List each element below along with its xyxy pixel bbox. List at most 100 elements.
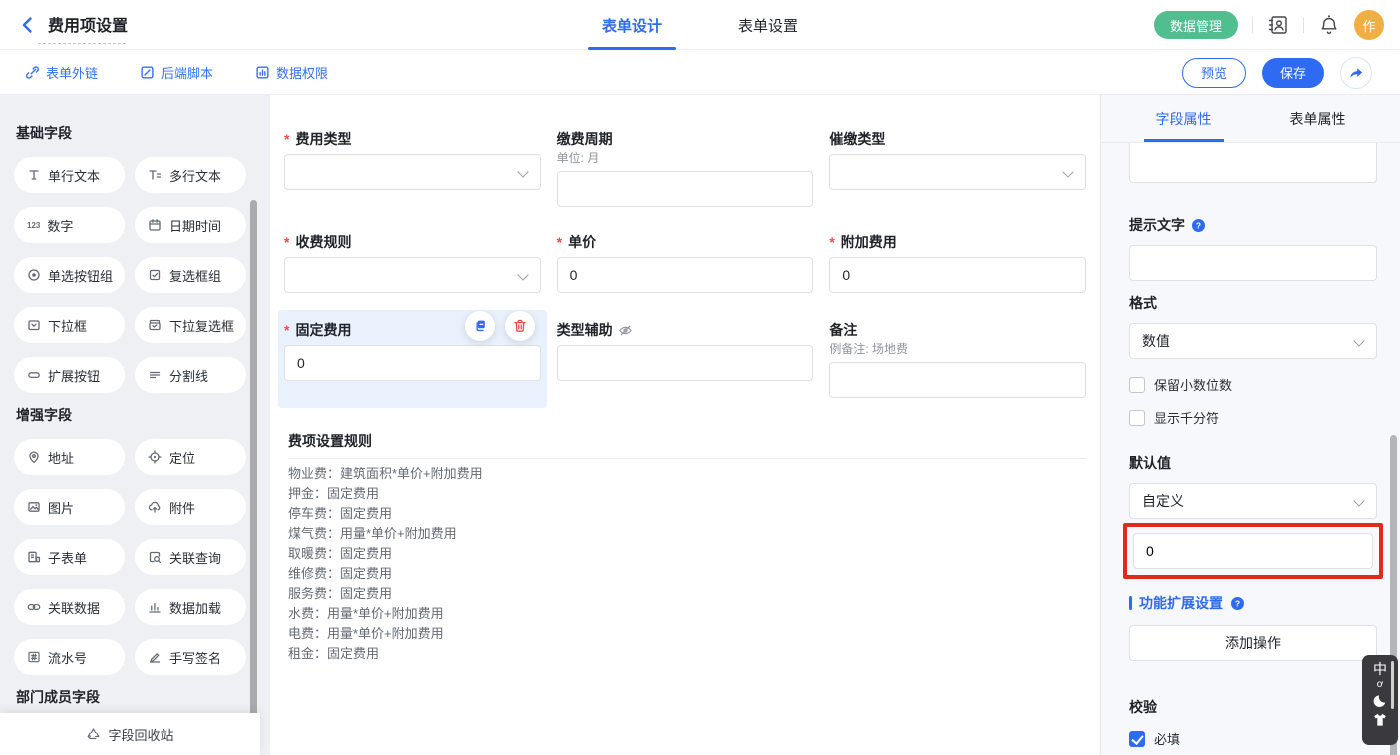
- pen-icon: [148, 650, 162, 664]
- required-checkbox[interactable]: [1129, 731, 1145, 747]
- field-fee-type[interactable]: *费用类型: [284, 131, 541, 234]
- rule-line: 取暖费：固定费用: [288, 544, 1086, 564]
- dark-mode-moon-icon[interactable]: [1372, 693, 1388, 709]
- payment-cycle-input[interactable]: [557, 171, 814, 207]
- sidebar-item-subform[interactable]: 子表单: [14, 539, 125, 575]
- required-checkbox-row[interactable]: 必填: [1129, 729, 1377, 748]
- fixed-fee-input[interactable]: [284, 345, 541, 381]
- field-recycle-bin[interactable]: 字段回收站: [0, 713, 260, 755]
- fee-type-select[interactable]: [284, 154, 541, 190]
- back-icon[interactable]: [18, 15, 38, 35]
- sidebar-item-divider-line[interactable]: 分割线: [135, 357, 246, 393]
- sidebar-scrollbar[interactable]: [250, 200, 257, 755]
- sidebar-item-serial-number[interactable]: 流水号: [14, 639, 125, 675]
- backend-script-button[interactable]: 后端脚本: [140, 63, 213, 82]
- chevron-down-icon: [1353, 495, 1364, 506]
- default-value-label: 默认值: [1129, 453, 1377, 473]
- copy-field-button[interactable]: [465, 311, 495, 341]
- sidebar-item-data-load[interactable]: 数据加载: [135, 589, 246, 625]
- sidebar-item-attachment[interactable]: 附件: [135, 489, 246, 525]
- field-fixed-fee-selected[interactable]: *固定费用: [278, 310, 547, 408]
- chevron-down-icon: [1353, 335, 1364, 346]
- field-unit-price[interactable]: *单价: [557, 234, 814, 310]
- help-icon[interactable]: ?: [1230, 596, 1245, 611]
- validation-label: 校验: [1129, 697, 1377, 717]
- eye-off-icon: [618, 323, 633, 338]
- image-icon: [27, 500, 41, 514]
- chevron-down-icon: [517, 269, 528, 280]
- theme-shirt-icon[interactable]: [1372, 712, 1388, 728]
- format-select[interactable]: 数值: [1129, 323, 1377, 359]
- scrolled-input-partial[interactable]: [1129, 143, 1377, 183]
- default-type-select[interactable]: 自定义: [1129, 483, 1377, 519]
- unit-price-input[interactable]: [557, 257, 814, 293]
- share-button[interactable]: [1340, 57, 1372, 89]
- sidebar-item-single-text[interactable]: 单行文本: [14, 157, 125, 193]
- sidebar-item-extend-button[interactable]: 扩展按钮: [14, 357, 125, 393]
- extend-button-icon: [27, 368, 41, 382]
- thousand-checkbox[interactable]: [1129, 410, 1145, 426]
- extra-fee-input[interactable]: [829, 257, 1086, 293]
- default-value-input[interactable]: [1133, 533, 1373, 569]
- form-external-link-button[interactable]: 表单外链: [25, 63, 98, 82]
- thousand-checkbox-row[interactable]: 显示千分符: [1129, 408, 1377, 427]
- add-action-button[interactable]: 添加操作: [1129, 625, 1377, 661]
- subform-icon: [27, 550, 41, 564]
- notification-bell-icon[interactable]: [1318, 14, 1340, 36]
- hint-text-input[interactable]: [1129, 245, 1377, 281]
- chevron-down-icon: [517, 166, 528, 177]
- form-design-canvas: *费用类型 缴费周期 单位: 月 催缴类型 *收费规则 *单价 *附加费用 *固…: [270, 95, 1100, 755]
- sidebar-item-related-query[interactable]: 关联查询: [135, 539, 246, 575]
- section-title-basic: 基础字段: [16, 123, 246, 143]
- sidebar-item-locate[interactable]: 定位: [135, 439, 246, 475]
- data-permission-button[interactable]: 数据权限: [255, 63, 328, 82]
- sidebar-item-multi-text[interactable]: 多行文本: [135, 157, 246, 193]
- sidebar-item-address[interactable]: 地址: [14, 439, 125, 475]
- save-button[interactable]: 保存: [1262, 58, 1324, 88]
- sidebar-item-datetime[interactable]: 日期时间: [135, 207, 246, 243]
- sidebar-item-radio-group[interactable]: 单选按钮组: [14, 257, 125, 293]
- field-charge-rule[interactable]: *收费规则: [284, 234, 541, 310]
- field-remark[interactable]: 备注 例备注: 场地费: [829, 310, 1086, 408]
- help-icon[interactable]: ?: [1191, 218, 1206, 233]
- sidebar-item-dropdown-multi[interactable]: 下拉复选框: [135, 307, 246, 343]
- sidebar-item-signature[interactable]: 手写签名: [135, 639, 246, 675]
- rule-line: 电费：用量*单价+附加费用: [288, 624, 1086, 644]
- type-assist-input[interactable]: [557, 345, 814, 381]
- svg-text:?: ?: [1235, 598, 1240, 608]
- delete-field-button[interactable]: [505, 311, 535, 341]
- sidebar-item-checkbox-group[interactable]: 复选框组: [135, 257, 246, 293]
- decimal-checkbox[interactable]: [1129, 377, 1145, 393]
- title-dashed-underline: [38, 43, 126, 44]
- charge-rule-select[interactable]: [284, 257, 541, 293]
- link-icon: [25, 65, 40, 80]
- decimal-checkbox-row[interactable]: 保留小数位数: [1129, 375, 1377, 394]
- sidebar-item-image[interactable]: 图片: [14, 489, 125, 525]
- tab-form-design[interactable]: 表单设计: [588, 0, 676, 50]
- widget-scroll-indicator: [1391, 661, 1394, 709]
- sidebar-item-related-data[interactable]: 关联数据: [14, 589, 125, 625]
- tab-form-settings[interactable]: 表单设置: [724, 0, 812, 50]
- required-mark: *: [284, 131, 289, 147]
- tab-form-properties[interactable]: 表单属性: [1286, 95, 1350, 142]
- radio-icon: [27, 268, 41, 282]
- urge-type-select[interactable]: [829, 154, 1086, 190]
- data-manage-button[interactable]: 数据管理: [1154, 11, 1238, 39]
- field-urge-type[interactable]: 催缴类型: [829, 131, 1086, 234]
- avatar[interactable]: 作: [1354, 10, 1384, 40]
- svg-text:?: ?: [1196, 220, 1201, 230]
- field-extra-fee[interactable]: *附加费用: [829, 234, 1086, 310]
- sidebar-item-dropdown[interactable]: 下拉框: [14, 307, 125, 343]
- tab-field-properties[interactable]: 字段属性: [1152, 95, 1216, 142]
- field-type-assist[interactable]: 类型辅助: [557, 310, 814, 408]
- contact-book-icon[interactable]: [1267, 14, 1289, 36]
- number-icon: 123: [27, 221, 40, 230]
- language-switch-icon[interactable]: 中: [1373, 662, 1387, 677]
- annotation-highlight: [1123, 523, 1383, 579]
- lang-sub-icon[interactable]: ơ: [1377, 680, 1384, 690]
- preview-button[interactable]: 预览: [1182, 58, 1246, 88]
- remark-input[interactable]: [829, 362, 1086, 398]
- sidebar-item-number[interactable]: 123数字: [14, 207, 125, 243]
- divider: [1252, 17, 1253, 33]
- field-payment-cycle[interactable]: 缴费周期 单位: 月: [557, 131, 814, 234]
